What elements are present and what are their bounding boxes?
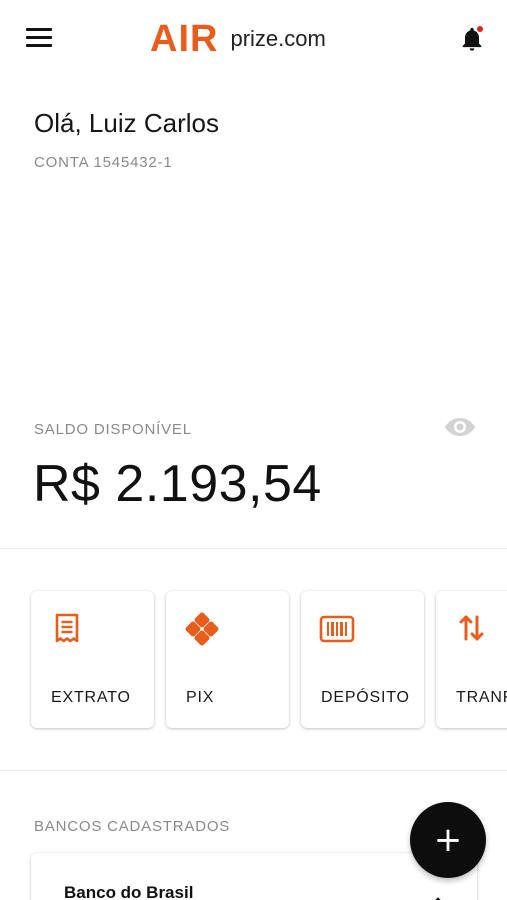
receipt-icon — [49, 611, 85, 647]
app-logo: AIR prize.com — [150, 18, 326, 60]
add-button[interactable]: + — [410, 802, 486, 878]
pix-button[interactable]: PIX — [166, 591, 289, 728]
account-number: CONTA 1545432-1 — [34, 154, 173, 171]
transfer-button[interactable]: TRANF — [436, 591, 507, 728]
action-cards: EXTRATO PIX DEPÓSITO TRAN — [31, 591, 507, 728]
app-screen: AIR prize.com Olá, Luiz Carlos CONTA 154… — [0, 0, 507, 900]
pix-icon — [184, 611, 220, 647]
balance-label: SALDO DISPONÍVEL — [34, 421, 192, 438]
top-bar: AIR prize.com — [0, 0, 507, 78]
plus-icon: + — [433, 820, 463, 860]
logo-air-text: AIR — [150, 18, 219, 60]
barcode-icon — [319, 611, 355, 647]
greeting-title: Olá, Luiz Carlos — [34, 108, 219, 138]
transfer-arrows-icon — [454, 611, 490, 647]
notification-dot — [476, 25, 484, 33]
extrato-button[interactable]: EXTRATO — [31, 591, 154, 728]
divider — [0, 548, 507, 549]
pix-label: PIX — [186, 689, 215, 706]
bell-icon[interactable] — [458, 25, 486, 53]
transfer-label: TRANF — [456, 689, 507, 706]
bank-name: Banco do Brasil — [64, 883, 194, 900]
divider — [0, 770, 507, 771]
menu-icon[interactable] — [26, 28, 52, 48]
eye-icon[interactable] — [444, 415, 476, 439]
logo-prize-text: prize.com — [230, 26, 326, 51]
deposito-button[interactable]: DEPÓSITO — [301, 591, 424, 728]
bank-card[interactable]: Banco do Brasil — [31, 853, 477, 900]
balance-value: R$ 2.193,54 — [33, 455, 322, 513]
banks-section-label: BANCOS CADASTRADOS — [34, 818, 231, 835]
chevron-up-icon[interactable] — [431, 893, 445, 900]
extrato-label: EXTRATO — [51, 689, 131, 706]
deposito-label: DEPÓSITO — [321, 689, 410, 706]
